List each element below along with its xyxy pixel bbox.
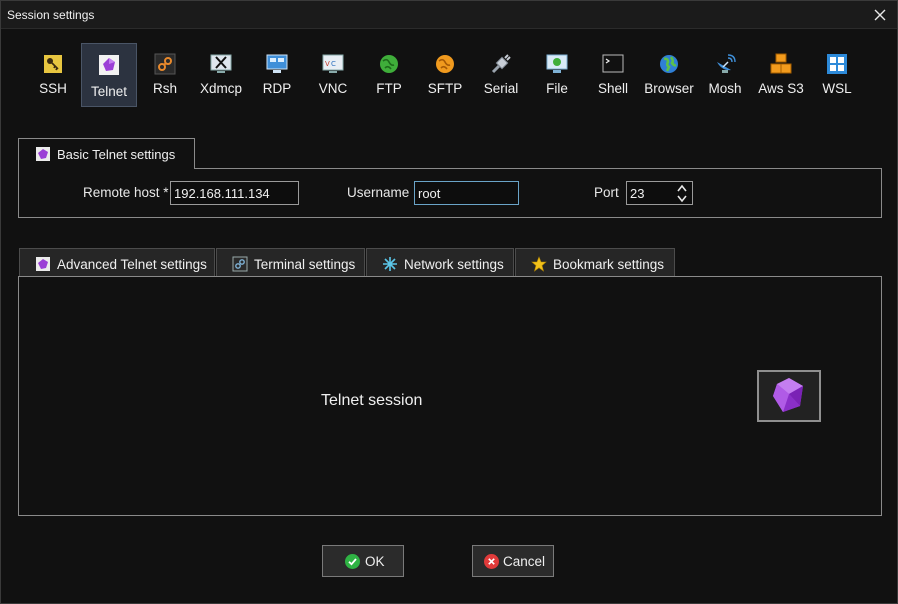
ok-button[interactable]: OK bbox=[322, 545, 404, 577]
title-bar: Session settings bbox=[1, 1, 897, 29]
protocol-label: Serial bbox=[483, 81, 519, 96]
protocol-label: Shell bbox=[597, 81, 629, 96]
username-input[interactable] bbox=[414, 181, 519, 205]
telnet-gem-icon bbox=[773, 378, 803, 412]
close-button[interactable] bbox=[863, 1, 897, 28]
session-type-image bbox=[757, 370, 821, 422]
protocol-label: Telnet bbox=[90, 84, 128, 99]
cancel-button-label: Cancel bbox=[503, 554, 546, 569]
protocol-label: File bbox=[546, 81, 568, 96]
tab-label: Network settings bbox=[404, 257, 504, 272]
close-icon bbox=[874, 9, 886, 20]
protocol-label: RDP bbox=[262, 81, 292, 96]
protocol-wsl[interactable]: WSL bbox=[809, 43, 865, 107]
cancel-x-icon bbox=[484, 554, 499, 569]
protocol-label: Aws S3 bbox=[758, 81, 804, 96]
protocol-label: WSL bbox=[822, 81, 852, 96]
protocol-label: FTP bbox=[376, 81, 402, 96]
satellite-dish-icon bbox=[717, 54, 736, 73]
tab-terminal-settings[interactable]: Terminal settings bbox=[216, 248, 365, 277]
protocol-label: VNC bbox=[318, 81, 348, 96]
svg-text:V: V bbox=[325, 60, 330, 68]
cancel-button[interactable]: Cancel bbox=[472, 545, 554, 577]
chevron-down-icon[interactable] bbox=[677, 194, 687, 203]
protocol-file[interactable]: File bbox=[529, 43, 585, 107]
rsh-icon bbox=[154, 53, 176, 75]
terminal-icon bbox=[602, 54, 624, 73]
port-label: Port bbox=[594, 185, 619, 200]
port-spinbox[interactable]: 23 bbox=[626, 181, 693, 205]
terminal-settings-icon bbox=[232, 256, 248, 272]
tab-label: Bookmark settings bbox=[553, 257, 665, 272]
protocol-toolbar: SSH Telnet Rsh Xdmcp RDP VC VNC FTP SFTP bbox=[25, 43, 865, 107]
x-display-icon bbox=[210, 54, 232, 73]
protocol-ssh[interactable]: SSH bbox=[25, 43, 81, 107]
aws-boxes-icon bbox=[770, 53, 792, 74]
protocol-label: Rsh bbox=[152, 81, 177, 96]
tab-label: Terminal settings bbox=[254, 257, 356, 272]
window-title: Session settings bbox=[7, 8, 95, 22]
protocol-rdp[interactable]: RDP bbox=[249, 43, 305, 107]
protocol-telnet[interactable]: Telnet bbox=[81, 43, 137, 107]
protocol-vnc[interactable]: VC VNC bbox=[305, 43, 361, 107]
port-value: 23 bbox=[630, 186, 645, 201]
green-globe-icon bbox=[380, 55, 398, 73]
protocol-shell[interactable]: Shell bbox=[585, 43, 641, 107]
protocol-rsh[interactable]: Rsh bbox=[137, 43, 193, 107]
key-icon bbox=[44, 55, 62, 73]
protocol-label: Browser bbox=[644, 81, 694, 96]
tab-bookmark-settings[interactable]: Bookmark settings bbox=[515, 248, 675, 277]
check-icon bbox=[345, 554, 360, 569]
serial-plug-icon bbox=[491, 54, 511, 74]
remote-host-label: Remote host * bbox=[83, 185, 169, 200]
protocol-label: SFTP bbox=[427, 81, 463, 96]
ok-button-label: OK bbox=[365, 554, 385, 569]
network-star-icon bbox=[383, 257, 397, 271]
protocol-label: Mosh bbox=[708, 81, 742, 96]
basic-settings-tab[interactable]: Basic Telnet settings bbox=[18, 138, 195, 169]
monitor-icon bbox=[266, 54, 288, 73]
tab-advanced-telnet-settings[interactable]: Advanced Telnet settings bbox=[19, 248, 215, 277]
settings-tabs: Advanced Telnet settings Terminal settin… bbox=[19, 248, 676, 277]
vnc-icon: VC bbox=[322, 54, 344, 73]
tab-content-panel: Telnet session bbox=[18, 276, 882, 516]
protocol-label: Xdmcp bbox=[199, 81, 243, 96]
telnet-gem-icon bbox=[99, 55, 119, 75]
username-label: Username bbox=[347, 185, 410, 200]
session-type-label: Telnet session bbox=[321, 392, 423, 409]
orange-globe-icon bbox=[436, 55, 454, 73]
earth-icon bbox=[660, 55, 678, 73]
session-settings-window: Session settings SSH Telnet Rsh Xdmcp RD… bbox=[0, 0, 898, 604]
protocol-xdmcp[interactable]: Xdmcp bbox=[193, 43, 249, 107]
basic-settings-tab-label: Basic Telnet settings bbox=[57, 147, 176, 162]
remote-host-input[interactable] bbox=[170, 181, 299, 205]
protocol-ftp[interactable]: FTP bbox=[361, 43, 417, 107]
telnet-gem-icon bbox=[36, 257, 50, 271]
protocol-aws-s3[interactable]: Aws S3 bbox=[753, 43, 809, 107]
protocol-browser[interactable]: Browser bbox=[641, 43, 697, 107]
svg-text:C: C bbox=[331, 60, 336, 68]
protocol-sftp[interactable]: SFTP bbox=[417, 43, 473, 107]
protocol-serial[interactable]: Serial bbox=[473, 43, 529, 107]
tab-network-settings[interactable]: Network settings bbox=[366, 248, 514, 277]
file-monitor-icon bbox=[546, 54, 568, 73]
telnet-gem-icon bbox=[36, 147, 50, 161]
windows-icon bbox=[827, 54, 847, 74]
protocol-mosh[interactable]: Mosh bbox=[697, 43, 753, 107]
star-icon bbox=[531, 256, 547, 272]
chevron-up-icon[interactable] bbox=[677, 184, 687, 193]
protocol-label: SSH bbox=[39, 81, 67, 96]
tab-label: Advanced Telnet settings bbox=[57, 257, 207, 272]
